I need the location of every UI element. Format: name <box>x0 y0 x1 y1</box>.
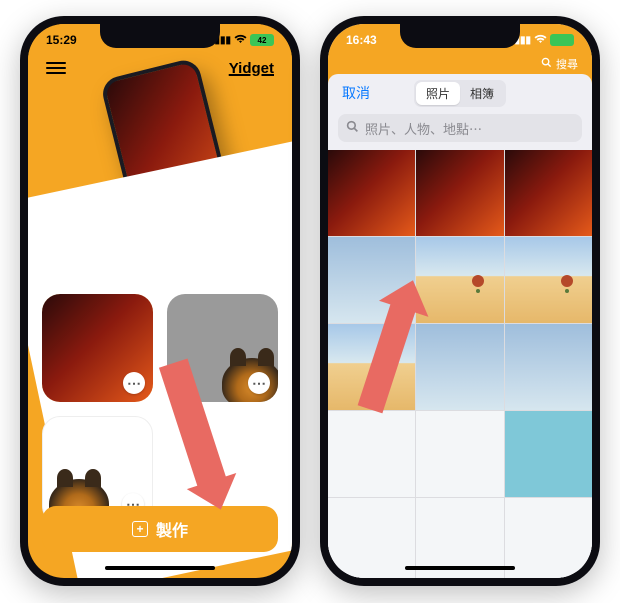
plus-box-icon: + <box>132 521 148 537</box>
search-placeholder: 照片、人物、地點⋯ <box>365 119 482 138</box>
photo-thumb[interactable] <box>328 150 415 236</box>
status-time: 15:29 <box>46 33 77 47</box>
widget-grid: ⋯ ⋯ ⋯ <box>42 294 278 524</box>
screen-left: 15:29 ▮▮▮▮ 42 Yidget <box>28 24 292 578</box>
home-indicator <box>105 566 215 570</box>
photo-thumb[interactable] <box>505 237 592 323</box>
picker-header: 取消 照片 相簿 <box>328 74 592 112</box>
search-icon <box>346 120 359 136</box>
photo-thumb[interactable] <box>505 324 592 410</box>
photo-thumb[interactable] <box>505 411 592 497</box>
more-icon[interactable]: ⋯ <box>123 372 145 394</box>
phone-mockup-right: 16:43 ▮▮▮▮ 搜尋 取消 照片 相簿 <box>320 16 600 586</box>
photo-thumb[interactable] <box>328 498 415 578</box>
screen-right: 16:43 ▮▮▮▮ 搜尋 取消 照片 相簿 <box>328 24 592 578</box>
segmented-control[interactable]: 照片 相簿 <box>414 80 506 107</box>
phone-mockup-left: 15:29 ▮▮▮▮ 42 Yidget <box>20 16 300 586</box>
wifi-icon <box>534 34 547 47</box>
battery-icon <box>550 34 574 46</box>
photo-thumb[interactable] <box>416 150 503 236</box>
more-icon[interactable]: ⋯ <box>248 372 270 394</box>
status-time: 16:43 <box>346 33 377 47</box>
photo-thumb[interactable] <box>328 411 415 497</box>
photo-grid <box>328 150 592 578</box>
search-input[interactable]: 照片、人物、地點⋯ <box>338 114 582 142</box>
photo-picker-panel: 取消 照片 相簿 照片、人物、地點⋯ <box>328 74 592 578</box>
segment-albums[interactable]: 相簿 <box>460 82 504 105</box>
hamburger-icon[interactable] <box>46 62 66 74</box>
create-button-label: 製作 <box>156 517 188 541</box>
photo-thumb[interactable] <box>505 498 592 578</box>
wifi-icon <box>234 34 247 47</box>
cancel-button[interactable]: 取消 <box>342 83 370 103</box>
home-indicator <box>405 566 515 570</box>
create-button[interactable]: + 製作 <box>42 506 278 552</box>
widget-tile-red[interactable]: ⋯ <box>42 294 153 402</box>
segment-photos[interactable]: 照片 <box>416 82 460 105</box>
search-icon <box>541 57 552 71</box>
nav-search[interactable]: 搜尋 <box>541 56 578 72</box>
photo-thumb[interactable] <box>505 150 592 236</box>
battery-icon: 42 <box>250 34 274 46</box>
notch <box>100 24 220 48</box>
photo-thumb[interactable] <box>416 411 503 497</box>
notch <box>400 24 520 48</box>
photo-thumb[interactable] <box>416 324 503 410</box>
brand-logo: Yidget <box>229 60 274 77</box>
